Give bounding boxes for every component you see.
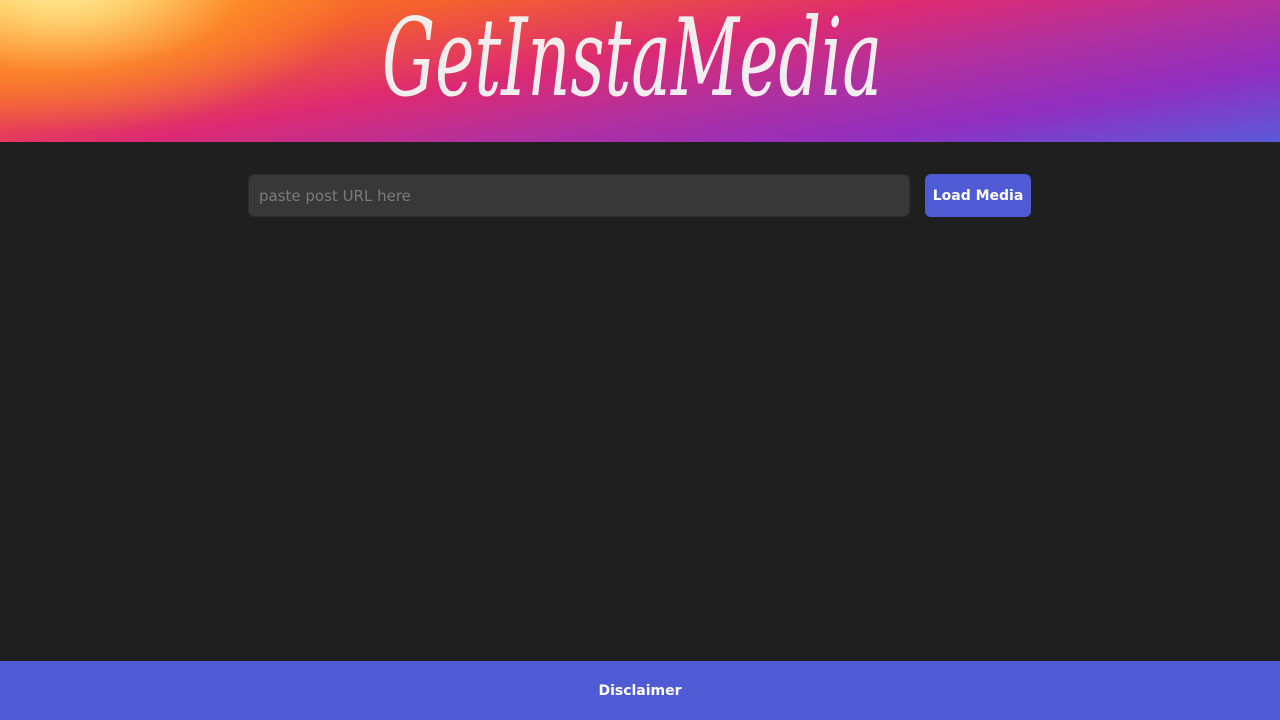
url-search-row: Load Media [248, 174, 1031, 217]
disclaimer-link[interactable]: Disclaimer [598, 683, 681, 699]
post-url-input[interactable] [248, 174, 910, 217]
site-logo: GetInstaMedia [382, 0, 882, 121]
header-banner: GetInstaMedia [0, 0, 1280, 142]
logo-text: GetInstaMedia [382, 0, 882, 121]
load-media-button[interactable]: Load Media [925, 174, 1031, 217]
footer-bar: Disclaimer [0, 661, 1280, 720]
